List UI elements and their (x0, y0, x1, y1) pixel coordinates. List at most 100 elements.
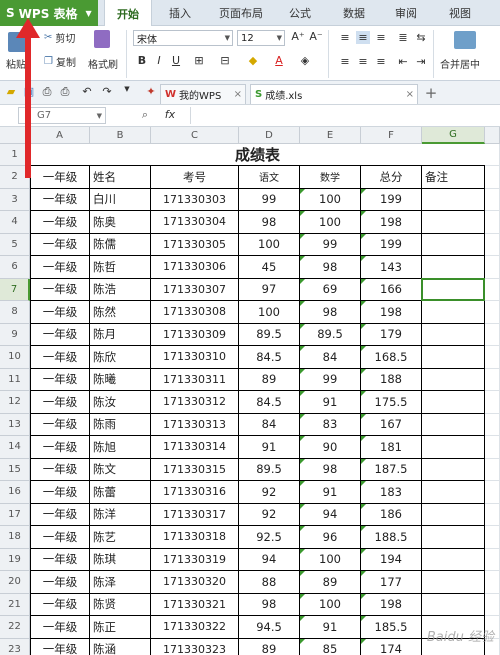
table-cell[interactable]: 一年级 (30, 413, 90, 436)
row-header-13[interactable]: 13 (0, 413, 30, 436)
table-cell[interactable]: 91 (300, 481, 361, 504)
zoom-search-icon[interactable]: ⌕ (138, 108, 152, 122)
tab-my-wps[interactable]: W 我的WPS × (160, 84, 246, 104)
table-cell[interactable]: 168.5 (361, 346, 422, 369)
row-header-17[interactable]: 17 (0, 503, 30, 526)
table-cell[interactable]: 一年级 (30, 571, 90, 594)
column-header-f[interactable]: F (361, 127, 422, 144)
spreadsheet-grid[interactable]: A B C D E F G 1 2 3 4 5 6 7 8 9 10 11 12 13 14 15 16 17 18 19 20 21… (0, 127, 500, 655)
empty-cell[interactable] (485, 481, 500, 504)
table-cell[interactable]: 171330313 (151, 413, 239, 436)
table-cell[interactable]: 171330303 (151, 188, 239, 211)
font-color-icon[interactable]: A (272, 54, 286, 67)
underline-icon[interactable]: U (169, 54, 183, 67)
table-cell[interactable]: 198 (361, 593, 422, 616)
table-cell[interactable]: 100 (300, 548, 361, 571)
table-cell[interactable]: 陈哲 (90, 256, 151, 279)
align-top-icon[interactable]: ≡ (338, 31, 352, 44)
table-cell[interactable]: 一年级 (30, 188, 90, 211)
remark-cell[interactable] (422, 233, 485, 256)
align-center-icon[interactable]: ≡ (356, 55, 370, 68)
table-cell[interactable]: 一年级 (30, 638, 90, 655)
table-cell[interactable]: 69 (300, 278, 361, 301)
table-cell[interactable]: 99 (300, 233, 361, 256)
table-cell[interactable]: 171330305 (151, 233, 239, 256)
table-cell[interactable]: 陈旭 (90, 436, 151, 459)
row-header-11[interactable]: 11 (0, 368, 30, 391)
remark-cell[interactable] (422, 323, 485, 346)
table-cell[interactable]: 174 (361, 638, 422, 655)
align-left-icon[interactable]: ≡ (338, 55, 352, 68)
empty-cell[interactable] (485, 278, 500, 301)
empty-cell[interactable] (485, 211, 500, 234)
table-cell[interactable]: 199 (361, 188, 422, 211)
table-cell[interactable]: 171330317 (151, 503, 239, 526)
table-cell[interactable]: 84 (239, 413, 300, 436)
table-cell[interactable]: 179 (361, 323, 422, 346)
table-cell[interactable]: 一年级 (30, 346, 90, 369)
table-cell[interactable]: 171330312 (151, 391, 239, 414)
italic-icon[interactable]: I (152, 54, 166, 67)
table-cell[interactable]: 91 (300, 616, 361, 639)
remark-cell[interactable] (422, 458, 485, 481)
remark-cell[interactable] (422, 548, 485, 571)
table-cell[interactable]: 陈奥 (90, 211, 151, 234)
table-cell[interactable]: 171330320 (151, 571, 239, 594)
bold-icon[interactable]: B (135, 54, 149, 67)
table-cell[interactable]: 陈艺 (90, 526, 151, 549)
table-cell[interactable]: 198 (361, 211, 422, 234)
table-cell[interactable]: 171330309 (151, 323, 239, 346)
remark-cell[interactable] (422, 368, 485, 391)
table-cell[interactable]: 98 (300, 301, 361, 324)
table-cell[interactable]: 陈欣 (90, 346, 151, 369)
row-header-3[interactable]: 3 (0, 188, 30, 211)
merge-center-button[interactable]: 合并居中 (440, 56, 480, 71)
tab-page-layout[interactable]: 页面布局 (210, 0, 272, 26)
row-header-7[interactable]: 7 (0, 278, 30, 301)
table-cell[interactable]: 99 (239, 188, 300, 211)
table-cell[interactable]: 一年级 (30, 278, 90, 301)
undo-icon[interactable]: ↶ (80, 85, 94, 98)
table-cell[interactable]: 166 (361, 278, 422, 301)
table-cell[interactable]: 88 (239, 571, 300, 594)
table-cell[interactable]: 171330323 (151, 638, 239, 655)
empty-cell[interactable] (485, 368, 500, 391)
wrap-icon[interactable]: ⇆ (414, 31, 428, 44)
empty-cell[interactable] (485, 144, 500, 166)
table-cell[interactable]: 171330316 (151, 481, 239, 504)
empty-cell[interactable] (485, 346, 500, 369)
table-cell[interactable]: 一年级 (30, 233, 90, 256)
table-cell[interactable]: 89 (239, 368, 300, 391)
table-cell[interactable]: 一年级 (30, 368, 90, 391)
table-cell[interactable]: 陈浩 (90, 278, 151, 301)
header-cell[interactable]: 考号 (151, 166, 239, 189)
table-cell[interactable]: 100 (300, 188, 361, 211)
row-header-15[interactable]: 15 (0, 458, 30, 481)
table-cell[interactable]: 85 (300, 638, 361, 655)
row-header-4[interactable]: 4 (0, 211, 30, 234)
empty-cell[interactable] (485, 548, 500, 571)
table-cell[interactable]: 96 (300, 526, 361, 549)
table-cell[interactable]: 100 (300, 593, 361, 616)
table-cell[interactable]: 陈涵 (90, 638, 151, 655)
table-cell[interactable]: 陈月 (90, 323, 151, 346)
sheet-title[interactable]: 成绩表 (30, 144, 485, 166)
open-icon[interactable]: ▰ (4, 85, 18, 98)
row-header-20[interactable]: 20 (0, 571, 30, 594)
remark-cell[interactable] (422, 301, 485, 324)
tab-home[interactable]: 开始 (104, 0, 152, 27)
chevron-down-icon[interactable]: ▼ (120, 85, 134, 93)
table-cell[interactable]: 陈然 (90, 301, 151, 324)
table-cell[interactable]: 陈洋 (90, 503, 151, 526)
table-cell[interactable]: 92 (239, 481, 300, 504)
remark-cell[interactable] (422, 346, 485, 369)
tab-view[interactable]: 视图 (440, 0, 480, 26)
table-cell[interactable]: 一年级 (30, 436, 90, 459)
remark-cell[interactable] (422, 503, 485, 526)
row-header-18[interactable]: 18 (0, 526, 30, 549)
pin-icon[interactable]: ✦ (144, 85, 158, 98)
empty-cell[interactable] (485, 188, 500, 211)
align-middle-icon[interactable]: ≡ (356, 31, 370, 44)
tab-formulas[interactable]: 公式 (280, 0, 320, 26)
redo-icon[interactable]: ↷ (100, 85, 114, 98)
